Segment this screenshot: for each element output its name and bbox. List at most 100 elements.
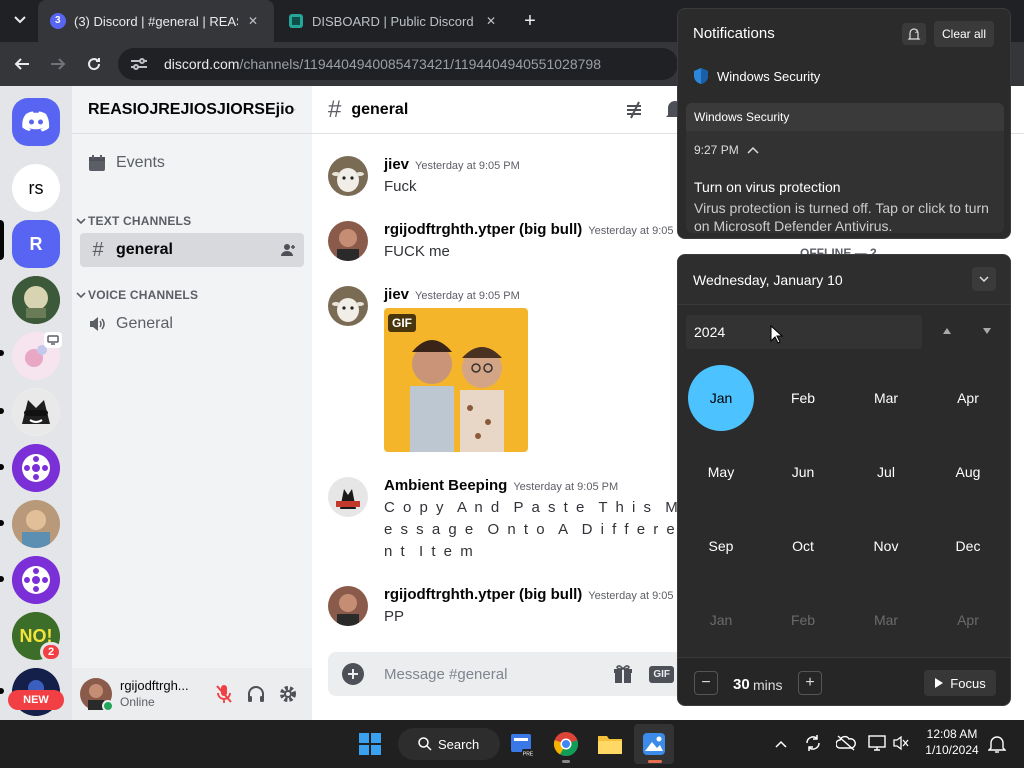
taskbar-app-photos[interactable] <box>634 724 674 764</box>
channel-general-text[interactable]: # general <box>80 233 304 267</box>
chevron-up-icon <box>747 146 759 154</box>
server-icon[interactable] <box>12 556 60 604</box>
category-voice-channels[interactable]: VOICE CHANNELS <box>76 288 198 302</box>
channel-general-voice[interactable]: General <box>80 307 304 341</box>
display-tray-icon[interactable] <box>868 734 888 752</box>
month-apr[interactable]: Apr <box>935 365 1001 431</box>
reload-button[interactable] <box>80 50 108 78</box>
author-avatar[interactable] <box>328 586 368 626</box>
month-dec[interactable]: Dec <box>935 513 1001 579</box>
headphones-icon[interactable] <box>240 685 272 703</box>
gif-attachment[interactable]: GIF <box>384 308 528 452</box>
month-sep[interactable]: Sep <box>688 513 754 579</box>
start-button[interactable] <box>350 724 390 764</box>
month-next-feb[interactable]: Feb <box>770 587 836 653</box>
svg-text:z: z <box>915 29 918 35</box>
calendar-flyout: Wednesday, January 10 2024 Jan Feb Mar A… <box>677 254 1011 706</box>
category-text-channels[interactable]: TEXT CHANNELS <box>76 214 191 228</box>
server-icon[interactable] <box>12 276 60 324</box>
photos-app-icon <box>643 733 665 755</box>
chat-message: jiev Yesterday at 9:05 PM Fuck <box>328 156 688 204</box>
message-author[interactable]: Ambient Beeping <box>384 477 507 494</box>
do-not-disturb-icon[interactable]: z <box>902 23 926 45</box>
month-aug[interactable]: Aug <box>935 439 1001 505</box>
message-author[interactable]: jiev <box>384 156 409 173</box>
taskbar-search[interactable]: Search <box>398 728 500 760</box>
month-next-apr[interactable]: Apr <box>935 587 1001 653</box>
search-icon <box>418 737 432 751</box>
close-tab-icon[interactable]: ✕ <box>244 12 262 30</box>
taskbar-app-news[interactable]: PRE <box>502 724 542 764</box>
discord-home-button[interactable] <box>12 98 60 146</box>
month-feb[interactable]: Feb <box>770 365 836 431</box>
month-jan[interactable]: Jan <box>688 365 754 431</box>
month-nov[interactable]: Nov <box>853 513 919 579</box>
forward-button[interactable] <box>44 50 72 78</box>
notification-app-header[interactable]: Windows Security <box>693 67 820 85</box>
increase-focus-button[interactable]: + <box>798 671 822 695</box>
settings-gear-icon[interactable] <box>272 685 304 703</box>
notification-bell-tray-icon[interactable] <box>988 734 1006 754</box>
sync-tray-icon[interactable] <box>804 734 822 752</box>
author-avatar[interactable] <box>328 221 368 261</box>
decrease-focus-button[interactable]: − <box>694 671 718 695</box>
back-button[interactable] <box>8 50 36 78</box>
add-attachment-icon[interactable] <box>342 663 364 685</box>
notification-toast[interactable]: Windows Security 9:27 PM Turn on virus p… <box>686 103 1004 234</box>
events-link[interactable]: Events <box>80 146 304 180</box>
server-icon[interactable] <box>12 444 60 492</box>
events-label: Events <box>116 154 165 171</box>
mute-microphone-icon[interactable] <box>208 684 240 704</box>
next-year-button[interactable] <box>982 327 992 335</box>
server-icon[interactable] <box>12 500 60 548</box>
server-icon-rs[interactable]: rs <box>12 164 60 212</box>
focus-button[interactable]: Focus <box>924 670 996 696</box>
system-clock[interactable]: 12:08 AM 1/10/2024 <box>916 726 988 758</box>
message-author[interactable]: rgijodftrghth.ytper (big bull) <box>384 586 582 603</box>
browser-tab-discord[interactable]: 3 (3) Discord | #general | REASIOJ ✕ <box>38 0 274 42</box>
clear-all-button[interactable]: Clear all <box>934 21 995 47</box>
message-author[interactable]: rgijodftrghth.ytper (big bull) <box>384 221 582 238</box>
gif-picker-icon[interactable]: GIF <box>649 665 674 683</box>
news-app-icon: PRE <box>511 734 534 758</box>
invite-member-icon[interactable] <box>280 242 296 258</box>
month-next-mar[interactable]: Mar <box>853 587 919 653</box>
mouse-cursor-icon <box>770 325 784 345</box>
svg-text:PRE: PRE <box>523 752 534 758</box>
new-tab-button[interactable]: + <box>518 9 542 33</box>
toast-time-row[interactable]: 9:27 PM <box>694 143 759 157</box>
chevron-up-icon <box>775 740 787 748</box>
month-mar[interactable]: Mar <box>853 365 919 431</box>
threads-icon[interactable] <box>624 98 648 122</box>
message-composer[interactable]: Message #general GIF <box>328 652 688 696</box>
month-jul[interactable]: Jul <box>853 439 919 505</box>
server-icon[interactable] <box>12 388 60 436</box>
message-author[interactable]: jiev <box>384 286 409 303</box>
volume-muted-icon[interactable] <box>892 734 910 752</box>
author-avatar[interactable] <box>328 286 368 326</box>
app-name: Windows Security <box>717 68 821 84</box>
user-avatar[interactable] <box>80 678 114 712</box>
close-tab-icon[interactable]: ✕ <box>482 12 500 30</box>
collapse-calendar-button[interactable] <box>972 267 996 291</box>
onedrive-offline-icon[interactable] <box>836 734 856 752</box>
author-avatar[interactable] <box>328 156 368 196</box>
author-avatar[interactable] <box>328 477 368 517</box>
site-info-icon[interactable] <box>130 57 152 71</box>
message-timestamp: Yesterday at 9:05 PM <box>513 481 619 493</box>
gift-icon[interactable] <box>613 664 633 684</box>
browser-tab-disboard[interactable]: DISBOARD | Public Discord Serv ✕ <box>276 0 512 42</box>
taskbar-app-chrome[interactable] <box>546 724 586 764</box>
month-may[interactable]: May <box>688 439 754 505</box>
server-header[interactable]: REASIOJREJIOSJIORSEjio <box>72 86 312 134</box>
month-next-jan[interactable]: Jan <box>688 587 754 653</box>
month-jun[interactable]: Jun <box>770 439 836 505</box>
calendar-year-header[interactable]: 2024 <box>686 315 922 349</box>
address-bar[interactable]: discord.com/channels/1194404940085473421… <box>118 48 678 80</box>
show-hidden-icons-button[interactable] <box>772 736 790 752</box>
month-oct[interactable]: Oct <box>770 513 836 579</box>
taskbar-app-file-explorer[interactable] <box>590 724 630 764</box>
server-icon-r[interactable]: R <box>12 220 60 268</box>
tab-search-button[interactable] <box>8 8 32 32</box>
previous-year-button[interactable] <box>942 327 952 335</box>
